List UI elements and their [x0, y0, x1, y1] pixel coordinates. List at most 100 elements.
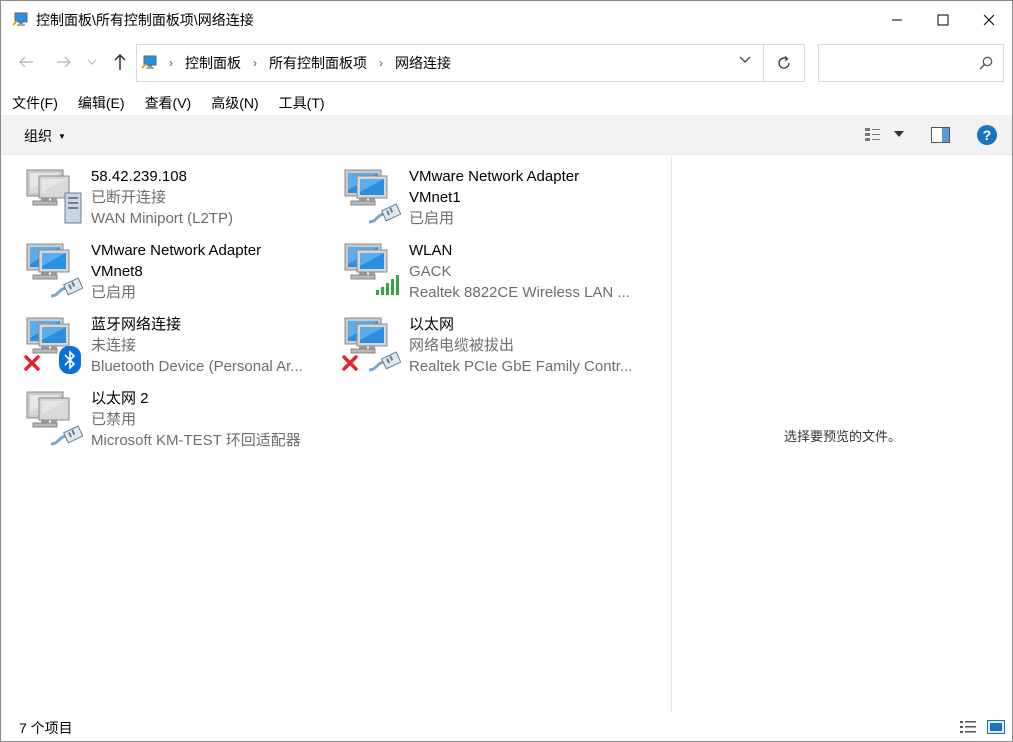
connection-status: GACK — [409, 263, 452, 280]
item-count: 7 个项目 — [19, 720, 73, 736]
connection-device: Realtek PCIe GbE Family Contr... — [409, 358, 633, 375]
menu-bar: 文件(F) 编辑(E) 查看(V) 高级(N) 工具(T) — [1, 91, 334, 115]
minimize-icon — [892, 19, 902, 21]
connection-status: 已禁用 — [91, 411, 137, 428]
network-adapter-icon — [23, 316, 83, 375]
wifi-signal-icon — [375, 274, 401, 299]
organize-button[interactable]: 组织 ▼ — [24, 126, 66, 146]
connection-status: 未连接 — [91, 337, 137, 354]
bluetooth-icon — [59, 346, 81, 377]
connection-name: 蓝牙网络连接 — [91, 316, 182, 333]
connection-name-line2: VMnet8 — [91, 263, 143, 280]
search-icon — [979, 56, 993, 70]
menu-file[interactable]: 文件(F) — [1, 91, 67, 115]
connection-text: WLAN GACK Realtek 8822CE Wireless LAN ... — [409, 240, 639, 303]
preview-pane-icon[interactable] — [931, 127, 950, 143]
connection-device: Bluetooth Device (Personal Ar... — [91, 358, 303, 375]
maximize-button[interactable] — [920, 1, 966, 39]
menu-edit[interactable]: 编辑(E) — [67, 91, 134, 115]
breadcrumb-separator-icon[interactable]: › — [253, 56, 257, 70]
connection-status: 已启用 — [409, 210, 455, 227]
preview-placeholder-text: 选择要预览的文件。 — [783, 429, 901, 444]
address-dropdown-icon[interactable] — [739, 56, 751, 64]
connection-name: 以太网 2 — [91, 390, 149, 407]
refresh-icon — [777, 55, 790, 69]
arrow-left-icon — [19, 56, 33, 68]
svg-text:?: ? — [983, 127, 992, 143]
maximize-icon — [937, 14, 949, 26]
help-icon[interactable]: ? — [976, 124, 998, 146]
breadcrumb-network-connections[interactable]: 网络连接 — [395, 53, 451, 73]
network-adapter-icon — [23, 168, 83, 224]
connection-item[interactable]: 蓝牙网络连接 未连接 Bluetooth Device (Personal Ar..… — [1, 304, 321, 377]
connection-name: VMware Network Adapter — [91, 242, 262, 259]
connection-name: 58.42.239.108 — [91, 168, 187, 185]
network-adapter-icon — [23, 390, 84, 449]
search-input[interactable] — [818, 44, 1004, 82]
disconnected-x-icon — [23, 354, 41, 375]
chevron-down-icon — [87, 59, 97, 65]
breadcrumb-separator-icon[interactable]: › — [169, 56, 173, 70]
arrow-up-icon — [114, 53, 126, 70]
menu-tools[interactable]: 工具(T) — [268, 91, 334, 115]
connection-item[interactable]: VMware Network Adapter VMnet8 已启用 — [1, 230, 321, 303]
connection-name-line2: VMnet1 — [409, 189, 461, 206]
vpn-server-icon — [63, 192, 83, 227]
address-bar[interactable]: › 控制面板 › 所有控制面板项 › 网络连接 — [136, 44, 764, 82]
connection-item[interactable]: 以太网网络电缆被拔出 Realtek PCIe GbE Family Contr.… — [319, 304, 639, 377]
refresh-button[interactable] — [763, 44, 805, 82]
close-button[interactable] — [966, 1, 1012, 39]
recent-locations-button[interactable] — [84, 51, 100, 73]
view-options-caret-icon[interactable] — [894, 131, 904, 137]
ethernet-cable-icon — [367, 202, 402, 227]
network-adapter-icon — [23, 242, 84, 301]
status-bar: 7 个项目 — [1, 712, 1012, 741]
connection-name: WLAN — [409, 242, 453, 259]
network-adapter-icon — [341, 242, 401, 298]
arrow-right-icon — [57, 56, 71, 68]
connection-name: 以太网 — [409, 316, 455, 333]
back-button[interactable] — [15, 51, 37, 73]
ethernet-cable-icon — [49, 276, 84, 301]
connection-device: Realtek 8822CE Wireless LAN ... — [409, 284, 630, 301]
window-title: 控制面板\所有控制面板项\网络连接 — [36, 12, 254, 28]
connection-item[interactable]: 以太网 2 已禁用 Microsoft KM-TEST 环回适配器 — [1, 378, 321, 451]
change-view-icon[interactable] — [864, 126, 884, 144]
explorer-window: 控制面板\所有控制面板项\网络连接 › 控制面板 › 所有控制面板项 › 网络连… — [0, 0, 1013, 742]
network-connections-app-icon — [12, 12, 28, 26]
connection-item[interactable]: WLAN GACK Realtek 8822CE Wireless LAN ... — [319, 230, 639, 303]
close-icon — [983, 14, 995, 26]
connection-text: VMware Network Adapter VMnet8 已启用 — [91, 240, 321, 303]
connection-text: VMware Network Adapter VMnet1 已启用 — [409, 166, 639, 229]
menu-advanced[interactable]: 高级(N) — [200, 91, 267, 115]
navigation-row: › 控制面板 › 所有控制面板项 › 网络连接 — [1, 41, 1012, 85]
caret-down-icon: ▼ — [58, 131, 66, 141]
up-button[interactable] — [109, 51, 131, 73]
connection-text: 以太网 2 已禁用 Microsoft KM-TEST 环回适配器 — [91, 388, 321, 451]
details-view-icon[interactable] — [959, 719, 977, 735]
breadcrumb-control-panel[interactable]: 控制面板 — [185, 53, 241, 73]
connection-device: Microsoft KM-TEST 环回适配器 — [91, 432, 301, 449]
organize-label: 组织 — [24, 128, 52, 144]
network-adapter-icon — [341, 316, 402, 372]
breadcrumb-all-items[interactable]: 所有控制面板项 — [269, 53, 367, 73]
command-bar: 组织 ▼ ? — [1, 115, 1012, 155]
menu-view[interactable]: 查看(V) — [134, 91, 201, 115]
large-icons-view-icon[interactable] — [987, 719, 1005, 735]
connection-item[interactable]: 58.42.239.108 已断开连接 WAN Miniport (L2TP) — [1, 156, 321, 229]
minimize-button[interactable] — [874, 1, 920, 39]
connections-list: 58.42.239.108 已断开连接 WAN Miniport (L2TP) VMw… — [1, 156, 671, 712]
connection-device: WAN Miniport (L2TP) — [91, 210, 233, 227]
connection-status: 已断开连接 — [91, 189, 167, 206]
ethernet-cable-icon — [49, 424, 84, 449]
connection-text: 蓝牙网络连接 未连接 Bluetooth Device (Personal Ar..… — [91, 314, 321, 377]
connection-item[interactable]: VMware Network Adapter VMnet1 已启用 — [319, 156, 639, 229]
connection-status: 已启用 — [91, 284, 137, 301]
connection-text: 以太网网络电缆被拔出 Realtek PCIe GbE Family Contr.… — [409, 314, 639, 377]
breadcrumb-separator-icon[interactable]: › — [379, 56, 383, 70]
forward-button[interactable] — [53, 51, 75, 73]
control-panel-icon — [141, 55, 157, 69]
title-bar: 控制面板\所有控制面板项\网络连接 — [1, 1, 1012, 39]
connection-text: 58.42.239.108 已断开连接 WAN Miniport (L2TP) — [91, 166, 321, 229]
connection-status: 网络电缆被拔出 — [409, 337, 515, 354]
